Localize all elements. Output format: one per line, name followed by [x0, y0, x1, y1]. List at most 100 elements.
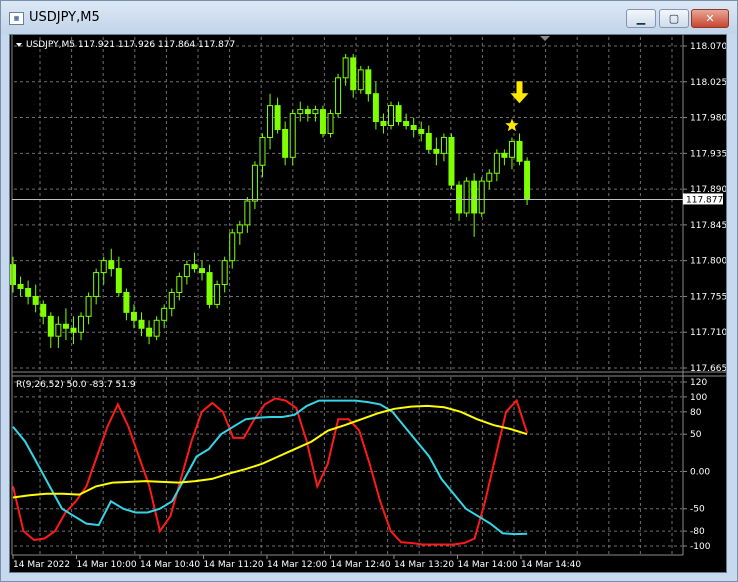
indicator-tick-label: -50	[690, 505, 705, 515]
indicator-tick-label: -80	[690, 527, 705, 537]
candle-body-down	[448, 136, 455, 186]
candle-body-up	[229, 232, 236, 262]
time-tick-label: 14 Mar 11:20	[204, 560, 264, 570]
candle-body-down	[138, 319, 145, 329]
price-header: USDJPY,M5 117.921 117.926 117.864 117.87…	[26, 40, 235, 50]
candle-body-down	[146, 327, 153, 337]
shift-marker-icon[interactable]	[540, 36, 550, 41]
indicator-tick-label: 0.00	[690, 467, 710, 477]
candle-body-up	[214, 284, 221, 305]
candle-body-up	[440, 136, 447, 154]
candle-body-up	[244, 200, 251, 226]
candle-body-down	[199, 268, 205, 274]
candle-body-down	[425, 132, 432, 150]
indicator-line-red	[12, 397, 529, 546]
candle-body-up	[312, 109, 319, 115]
window-title: USDJPY,M5	[29, 10, 100, 25]
indicator-tick-label: 50	[690, 430, 702, 440]
candle-body-down	[62, 323, 69, 329]
price-tick-label: 117.710	[690, 328, 726, 338]
time-tick-label: 14 Mar 12:00	[267, 560, 327, 570]
close-icon: ✕	[705, 12, 715, 25]
candle-body-up	[478, 180, 485, 214]
time-tick-label: 14 Mar 10:00	[77, 560, 137, 570]
indicator-tick-label: 100	[690, 393, 707, 403]
candle-body-up	[259, 136, 266, 166]
candle-body-down	[123, 291, 130, 313]
candle-body-up	[176, 276, 183, 293]
candle-body-up	[55, 323, 62, 337]
signals	[505, 81, 529, 132]
candle-body-down	[471, 180, 478, 214]
candle-body-up	[335, 77, 342, 115]
close-button[interactable]: ✕	[691, 9, 729, 28]
chart-canvas[interactable]: USDJPY,M5 117.921 117.926 117.864 117.87…	[10, 35, 726, 572]
time-tick-label: 14 Mar 12:40	[331, 560, 391, 570]
indicator-line-yellow	[12, 404, 528, 499]
candle-body-up	[327, 113, 334, 134]
price-tick-label: 117.665	[690, 364, 726, 374]
candle-body-down	[380, 121, 387, 127]
candle-body-down	[40, 303, 47, 317]
candle-body-down	[282, 128, 289, 158]
indicator-header: R(9,26,52) 50.0 -83.7 51.9	[16, 380, 136, 390]
candle-body-down	[10, 264, 16, 286]
price-tick-label: 118.070	[690, 42, 726, 52]
candle-body-down	[304, 109, 311, 115]
candle-body-up	[267, 105, 274, 138]
candle-body-up	[493, 152, 500, 174]
star-signal-icon	[505, 118, 519, 132]
candle-body-down	[25, 287, 32, 297]
chart-window-icon: ▦	[9, 12, 24, 25]
candle-body-up	[85, 295, 92, 317]
candle-body-up	[297, 109, 304, 115]
price-tick-label: 117.980	[690, 114, 726, 124]
price-tick-label: 117.935	[690, 149, 726, 159]
candle-body-up	[357, 69, 364, 91]
candle-body-down	[115, 268, 122, 293]
candle-body-down	[433, 148, 440, 154]
candle-body-down	[350, 57, 357, 91]
candle-body-down	[403, 121, 410, 127]
candle-body-up	[251, 164, 258, 202]
candle-body-down	[418, 128, 425, 134]
candle-body-up	[78, 315, 85, 333]
time-tick-label: 14 Mar 2022	[13, 560, 70, 570]
candle-body-up	[463, 180, 470, 214]
candle-body-up	[388, 105, 394, 127]
time-tick-label: 14 Mar 10:40	[140, 560, 200, 570]
time-axis[interactable]: 14 Mar 2022 14 Mar 10:00 14 Mar 10:40 14 Ma…	[12, 555, 581, 570]
maximize-button[interactable]: ▢	[659, 9, 689, 28]
time-tick-label: 14 Mar 14:00	[458, 560, 518, 570]
candle-body-down	[17, 284, 24, 289]
minimize-button[interactable]: ▁	[626, 9, 656, 28]
candle-body-up	[486, 172, 493, 182]
indicator-axis[interactable]: 120 100 80 50 0.00 -50 -80 -100	[683, 378, 711, 552]
candle-body-up	[342, 57, 349, 79]
candle-body-up	[153, 319, 160, 337]
candle-body-up	[93, 272, 100, 297]
indicator-lines	[12, 397, 529, 546]
time-tick-label: 14 Mar 13:20	[394, 560, 454, 570]
candle-body-down	[206, 272, 213, 305]
candle-body-up	[161, 307, 168, 321]
candle-body-down	[47, 315, 54, 337]
candle-body-down	[70, 327, 77, 333]
price-tick-label: 117.845	[690, 221, 726, 231]
candle-body-up	[183, 264, 190, 278]
title-bar[interactable]: ▦ USDJPY,M5 ▁ ▢ ✕	[1, 1, 737, 34]
candle-body-up	[168, 291, 175, 309]
chart-window: ▦ USDJPY,M5 ▁ ▢ ✕ USDJPY,M5 117.921 117.…	[0, 0, 738, 582]
price-tick-label: 118.025	[690, 78, 726, 88]
candle-body-up	[289, 113, 296, 158]
current-price-label: 117.877	[686, 195, 723, 205]
candle-body-down	[32, 295, 39, 305]
grid	[14, 37, 682, 554]
price-tick-label: 117.755	[690, 292, 726, 302]
candle-body-up	[508, 140, 515, 158]
chart-area[interactable]: USDJPY,M5 117.921 117.926 117.864 117.87…	[9, 34, 727, 573]
indicator-tick-label: -100	[690, 542, 711, 552]
candle-body-down	[524, 160, 531, 200]
candle-body-down	[274, 105, 281, 130]
price-axis[interactable]: 118.070118.025117.980117.935117.890117.8…	[683, 42, 726, 374]
